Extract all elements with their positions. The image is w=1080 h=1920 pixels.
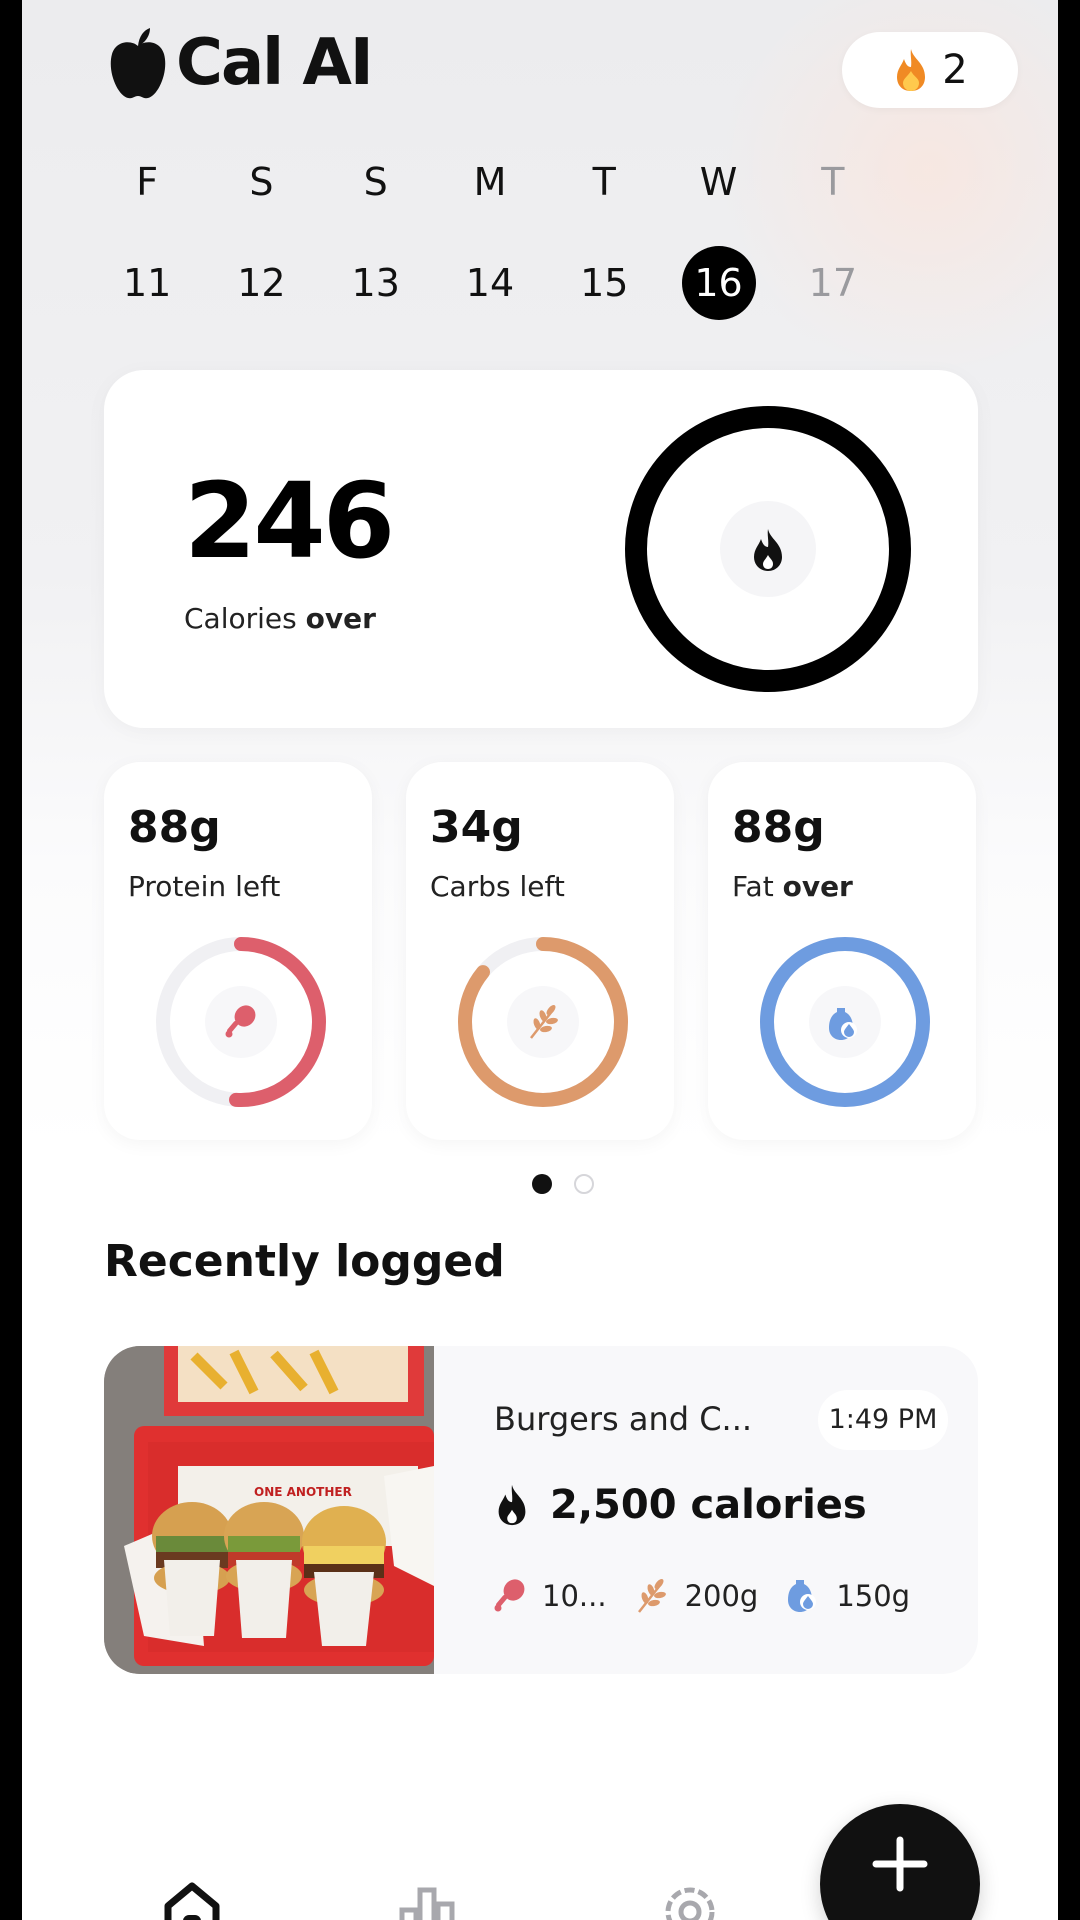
protein-label: Protein left bbox=[128, 870, 281, 903]
wheat-icon bbox=[637, 1579, 666, 1613]
home-icon[interactable] bbox=[160, 1878, 224, 1920]
calories-card[interactable]: 246 Calories over bbox=[104, 370, 978, 728]
food-carbs: 200g bbox=[635, 1578, 758, 1614]
day-17[interactable]: T 17 bbox=[776, 160, 890, 320]
day-number: 17 bbox=[808, 261, 857, 305]
analytics-icon[interactable] bbox=[396, 1878, 460, 1920]
protein-ring bbox=[156, 937, 326, 1107]
food-log-item[interactable]: ONE ANOTHER Burgers and C... 1:49 PM 2,5… bbox=[104, 1346, 978, 1674]
day-letter: M bbox=[473, 160, 507, 204]
carbs-ring bbox=[458, 937, 628, 1107]
recently-logged-title: Recently logged bbox=[104, 1236, 505, 1287]
food-calories: 2,500 calories bbox=[550, 1482, 867, 1528]
carbs-value: 34g bbox=[430, 802, 523, 853]
drumstick-icon bbox=[494, 1579, 525, 1612]
day-letter: T bbox=[821, 160, 845, 204]
calories-value: 246 bbox=[184, 460, 395, 582]
flame-icon bbox=[498, 1484, 526, 1526]
day-letter: F bbox=[136, 160, 159, 204]
streak-badge[interactable]: 2 bbox=[842, 32, 1018, 108]
day-letter: S bbox=[249, 160, 274, 204]
food-macros: 10... 200g 150g bbox=[492, 1578, 938, 1614]
day-number: 12 bbox=[237, 261, 286, 305]
day-11[interactable]: F 11 bbox=[90, 160, 204, 320]
settings-icon[interactable] bbox=[658, 1878, 722, 1920]
photo-text: ONE ANOTHER bbox=[254, 1485, 352, 1499]
carbs-card[interactable]: 34g Carbs left bbox=[406, 762, 674, 1140]
pager-dot-1[interactable] bbox=[532, 1174, 552, 1194]
food-protein: 10... bbox=[492, 1578, 607, 1614]
fat-card[interactable]: 88g Fat over bbox=[708, 762, 976, 1140]
week-strip: F 11 S 12 S 13 M 14 T 15 W 16 T 17 bbox=[90, 160, 890, 320]
streak-count: 2 bbox=[942, 47, 968, 93]
day-number: 11 bbox=[122, 261, 172, 305]
calories-ring bbox=[625, 406, 911, 692]
food-photo: ONE ANOTHER bbox=[104, 1346, 434, 1674]
day-14[interactable]: M 14 bbox=[433, 160, 547, 320]
food-time: 1:49 PM bbox=[818, 1390, 948, 1450]
day-13[interactable]: S 13 bbox=[319, 160, 433, 320]
app-screen: Cal AI 2 F 11 S 12 S 13 M 14 T 15 W 16 T 17 246 Calor… bbox=[22, 0, 1058, 1920]
day-number: 14 bbox=[465, 261, 515, 305]
fat-value: 88g bbox=[732, 802, 825, 853]
app-logo: Cal AI bbox=[106, 26, 374, 100]
add-entry-button[interactable] bbox=[820, 1804, 980, 1920]
fat-ring bbox=[760, 937, 930, 1107]
day-number: 16 bbox=[681, 246, 756, 320]
carbs-label: Carbs left bbox=[430, 870, 565, 903]
fat-label: Fat over bbox=[732, 870, 853, 903]
plus-icon bbox=[872, 1836, 928, 1892]
flame-icon bbox=[897, 49, 926, 91]
pager-dots bbox=[532, 1174, 616, 1194]
day-12[interactable]: S 12 bbox=[204, 160, 318, 320]
oil-drop-icon bbox=[788, 1580, 817, 1612]
day-number: 13 bbox=[351, 261, 400, 305]
food-name: Burgers and C... bbox=[494, 1400, 753, 1438]
day-16[interactable]: W 16 bbox=[661, 160, 775, 320]
protein-card[interactable]: 88g Protein left bbox=[104, 762, 372, 1140]
food-fat: 150g bbox=[786, 1578, 910, 1614]
apple-logo-icon bbox=[110, 28, 166, 99]
day-letter: W bbox=[699, 160, 738, 204]
day-letter: T bbox=[592, 160, 616, 204]
food-calories-row: 2,500 calories bbox=[490, 1482, 867, 1528]
app-title: Cal AI bbox=[176, 26, 374, 100]
day-number: 15 bbox=[580, 261, 629, 305]
day-15[interactable]: T 15 bbox=[547, 160, 661, 320]
calories-label: Calories over bbox=[184, 602, 376, 635]
protein-value: 88g bbox=[128, 802, 221, 853]
day-letter: S bbox=[363, 160, 388, 204]
pager-dot-2[interactable] bbox=[574, 1174, 594, 1194]
